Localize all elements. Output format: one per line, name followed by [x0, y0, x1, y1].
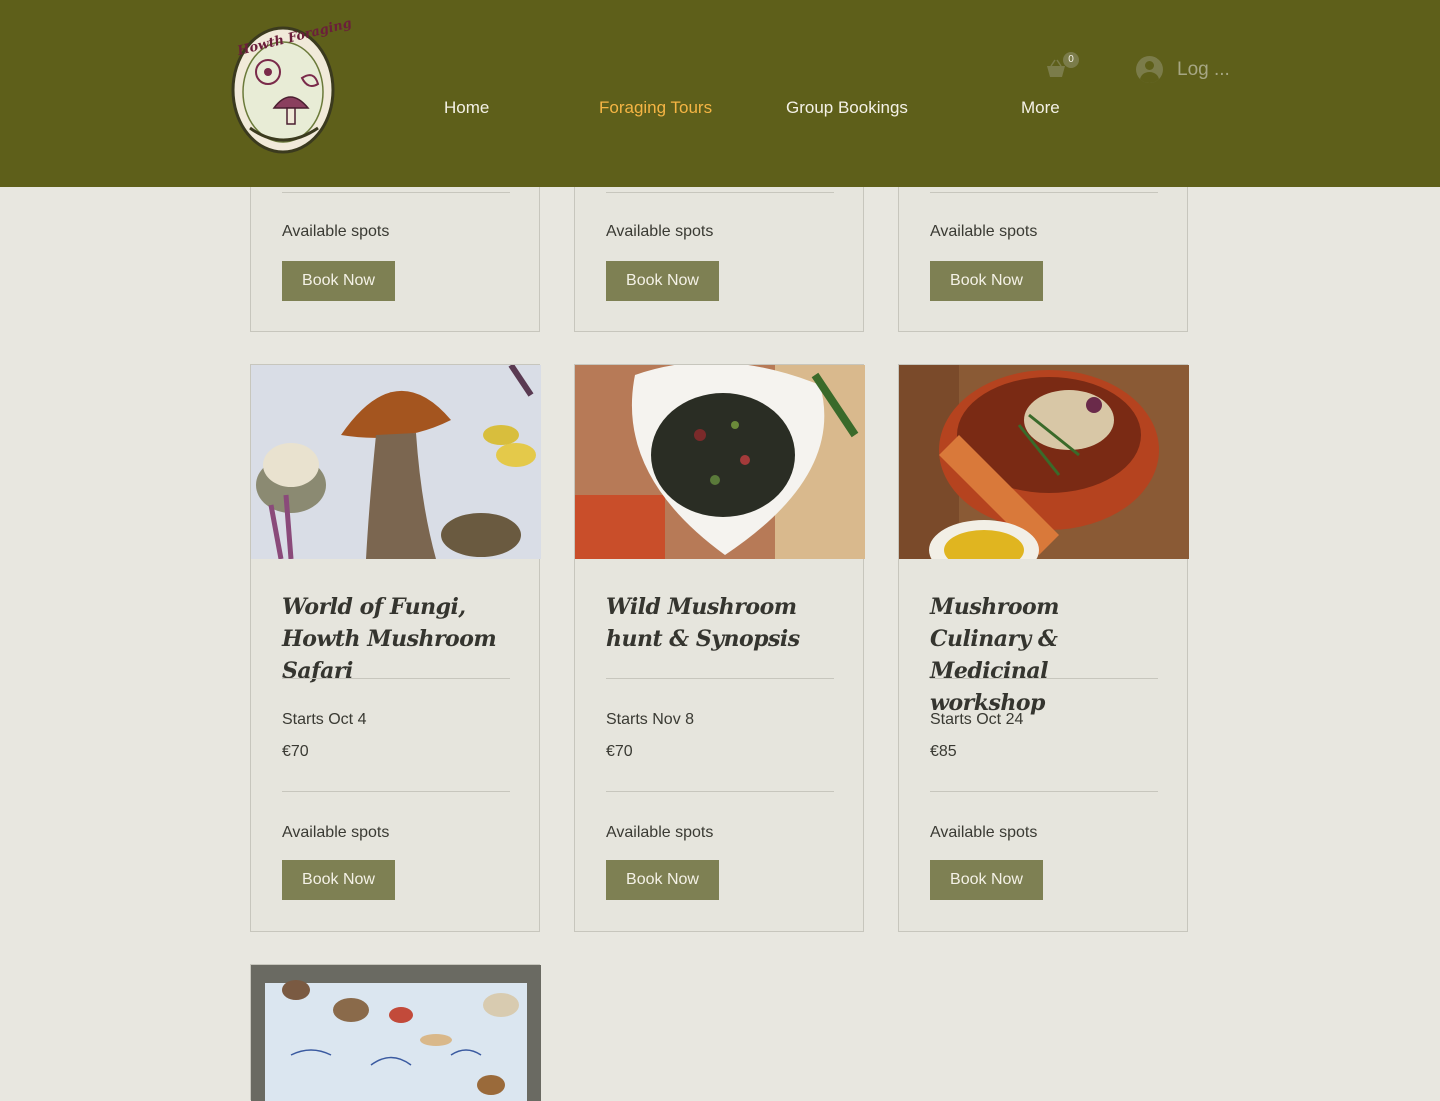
card-divider	[606, 791, 834, 792]
event-image-mushroom-chart[interactable]	[251, 965, 541, 1101]
event-price: €70	[606, 743, 633, 760]
event-start-date: Starts Oct 4	[282, 711, 367, 728]
event-card	[250, 964, 541, 1101]
main-nav: Home Foraging Tours Group Bookings More	[0, 98, 1440, 124]
available-spots-label: Available spots	[930, 223, 1038, 240]
nav-foraging-tours[interactable]: Foraging Tours	[599, 98, 712, 118]
available-spots-label: Available spots	[282, 824, 390, 841]
event-image-mushroom-dish[interactable]	[575, 365, 865, 559]
book-now-button[interactable]: Book Now	[606, 860, 719, 900]
card-divider	[930, 192, 1158, 193]
card-divider	[930, 791, 1158, 792]
event-start-date: Starts Oct 24	[930, 711, 1024, 728]
book-now-button[interactable]: Book Now	[930, 261, 1043, 301]
available-spots-label: Available spots	[606, 223, 714, 240]
site-header: Howth Foraging Home Foraging Tours Group…	[0, 0, 1440, 187]
event-image-mushroom-bowl[interactable]	[899, 365, 1189, 559]
cart-button[interactable]: 0	[1046, 52, 1080, 81]
available-spots-label: Available spots	[930, 824, 1038, 841]
user-avatar-icon	[1136, 56, 1163, 83]
event-card-wild-mushroom-hunt: Wild Mushroom hunt & Synopsis Starts Nov…	[574, 364, 865, 932]
event-title[interactable]: Mushroom Culinary & Medicinal workshop	[930, 591, 1160, 719]
nav-more[interactable]: More	[1021, 98, 1060, 118]
cart-count-badge: 0	[1063, 52, 1079, 68]
nav-group-bookings[interactable]: Group Bookings	[786, 98, 908, 118]
card-divider	[282, 678, 510, 679]
card-divider	[282, 791, 510, 792]
login-label: Log ...	[1177, 59, 1230, 80]
event-start-date: Starts Nov 8	[606, 711, 695, 728]
event-image-mushrooms[interactable]	[251, 365, 541, 559]
book-now-button[interactable]: Book Now	[282, 860, 395, 900]
event-price: €85	[930, 743, 957, 760]
book-now-button[interactable]: Book Now	[930, 860, 1043, 900]
event-price: €70	[282, 743, 309, 760]
card-divider	[606, 192, 834, 193]
card-divider	[282, 192, 510, 193]
card-divider	[930, 678, 1158, 679]
card-divider	[606, 678, 834, 679]
howth-foraging-logo[interactable]: Howth Foraging	[230, 16, 353, 154]
event-card-world-of-fungi: World of Fungi, Howth Mushroom Safari St…	[250, 364, 541, 932]
book-now-button[interactable]: Book Now	[282, 261, 395, 301]
available-spots-label: Available spots	[606, 824, 714, 841]
event-title[interactable]: Wild Mushroom hunt & Synopsis	[606, 591, 836, 655]
nav-home[interactable]: Home	[444, 98, 489, 118]
event-title[interactable]: World of Fungi, Howth Mushroom Safari	[282, 591, 512, 687]
available-spots-label: Available spots	[282, 223, 390, 240]
event-card-mushroom-culinary: Mushroom Culinary & Medicinal workshop S…	[898, 364, 1189, 932]
book-now-button[interactable]: Book Now	[606, 261, 719, 301]
